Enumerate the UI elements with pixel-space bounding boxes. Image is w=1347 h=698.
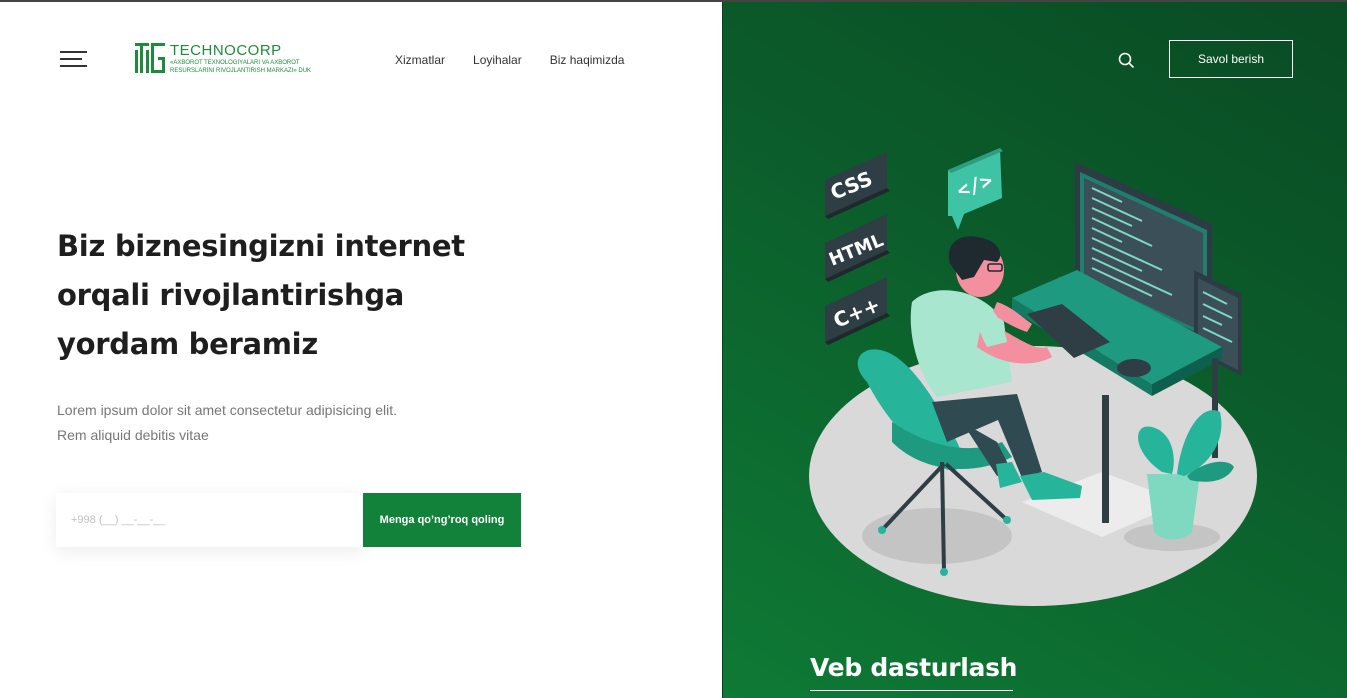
call-me-button[interactable]: Menga qo’ng’roq qoling — [363, 493, 521, 547]
slide-title-underline — [810, 690, 1013, 691]
web-developer-illustration: CSS HTML C++ </> — [809, 148, 1257, 606]
css-tag: CSS — [825, 152, 890, 219]
hero-title: Biz biznesingizni internet orqali rivojl… — [57, 229, 465, 361]
right-panel: CSS HTML C++ </> Veb dasturlash — [722, 2, 1347, 698]
logo-subtitle: «AXBOROT TEXNOLOGIYALARI VA AXBOROT RESU… — [170, 60, 312, 74]
hero-subtitle-line-1: Lorem ipsum dolor sit amet consectetur a… — [57, 402, 398, 418]
technocorp-logo-mark — [135, 43, 165, 73]
html-tag: HTML — [825, 214, 890, 282]
panel-divider — [722, 2, 723, 698]
phone-field-container — [56, 493, 364, 547]
phone-input[interactable] — [56, 493, 364, 547]
logo[interactable]: TECHNOCORP «AXBOROT TEXNOLOGIYALARI VA A… — [134, 42, 334, 78]
hero-subtitle: Lorem ipsum dolor sit amet consectetur a… — [57, 398, 477, 448]
ask-question-button[interactable]: Savol berish — [1169, 40, 1293, 78]
main-nav: Xizmatlar Loyihalar Biz haqimizda — [395, 53, 624, 67]
nav-item-biz-haqimizda[interactable]: Biz haqimizda — [550, 53, 625, 67]
search-icon[interactable] — [1117, 51, 1135, 69]
menu-icon[interactable] — [60, 51, 87, 68]
cpp-tag: C++ — [825, 277, 890, 345]
logo-name: TECHNOCORP — [170, 42, 282, 59]
nav-item-loyihalar[interactable]: Loyihalar — [473, 53, 522, 67]
code-bubble-icon: </> — [948, 148, 1003, 230]
slide-title: Veb dasturlash — [810, 653, 1018, 682]
hero-subtitle-line-2: Rem aliquid debitis vitae — [57, 427, 209, 443]
nav-item-xizmatlar[interactable]: Xizmatlar — [395, 53, 445, 67]
